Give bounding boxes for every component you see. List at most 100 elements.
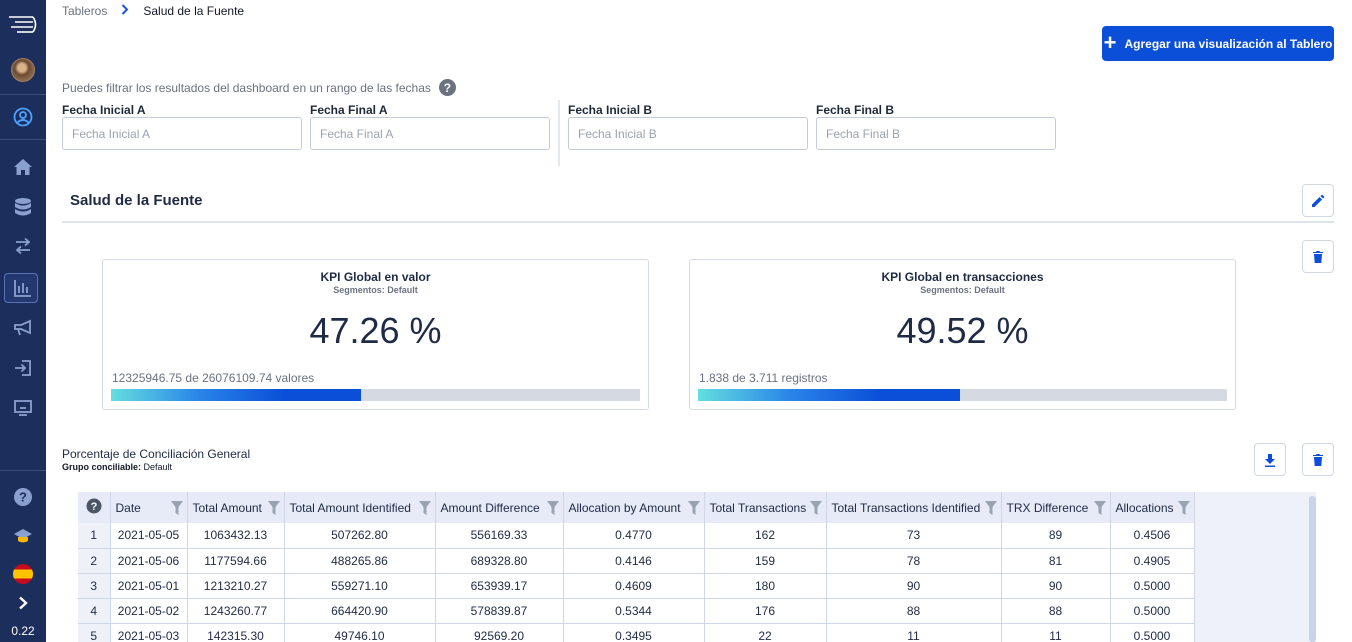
table-cell: 2021-05-02 bbox=[110, 598, 188, 624]
kpi-segment: Segmentos: Default bbox=[333, 285, 418, 295]
row-number-header: ? bbox=[78, 492, 111, 523]
table-row[interactable]: 2 2021-05-06 1177594.66 488265.86 689328.80 0… bbox=[78, 548, 1195, 574]
table-widget-subtitle: Grupo conciliable: Default bbox=[62, 462, 172, 472]
group-value: Default bbox=[143, 462, 173, 472]
column-header[interactable]: Amount Difference bbox=[435, 492, 564, 523]
table-row[interactable]: 5 2021-05-03 142315.30 49746.10 92569.20 0.34… bbox=[78, 623, 1195, 642]
kpi-progress-fill bbox=[111, 389, 361, 401]
column-header[interactable]: Total Transactions Identified bbox=[826, 492, 1002, 523]
logo-icon[interactable] bbox=[0, 8, 46, 42]
filter-icon[interactable] bbox=[809, 501, 822, 515]
kpi-value: 49.52 % bbox=[896, 310, 1029, 351]
end-date-a-label: Fecha Final A bbox=[310, 103, 388, 117]
table-cell: 88 bbox=[826, 598, 1002, 624]
transfer-arrows-icon[interactable] bbox=[0, 229, 46, 263]
filter-hint: Puedes filtrar los resultados del dashbo… bbox=[62, 79, 456, 96]
table-cell: 0.5000 bbox=[1110, 573, 1195, 599]
table-cell: 2021-05-03 bbox=[110, 623, 188, 642]
breadcrumb-current: Salud de la Fuente bbox=[143, 3, 245, 18]
megaphone-icon[interactable] bbox=[0, 311, 46, 345]
table-cell: 689328.80 bbox=[435, 548, 564, 574]
start-date-a-input[interactable] bbox=[62, 117, 302, 150]
column-header[interactable]: TRX Difference bbox=[1001, 492, 1111, 523]
kpi-card-transactions: KPI Global en transacciones Segmentos: D… bbox=[689, 259, 1236, 410]
page-title: Salud de la Fuente bbox=[70, 192, 203, 209]
bar-chart-icon[interactable] bbox=[0, 271, 46, 305]
table-cell: 11 bbox=[1001, 623, 1111, 642]
data-table: ? Date Total Amount Total Amount Identifie… bbox=[78, 492, 1195, 642]
end-date-b-label: Fecha Final B bbox=[816, 103, 895, 117]
table-cell: 2021-05-05 bbox=[110, 523, 188, 549]
kpi-detail: 1.838 de 3.711 registros bbox=[699, 371, 828, 385]
table-cell: 507262.80 bbox=[284, 523, 436, 549]
table-cell: 1243260.77 bbox=[187, 598, 285, 624]
filter-icon[interactable] bbox=[1177, 501, 1190, 515]
database-icon[interactable] bbox=[0, 190, 46, 224]
version-label: 0.22 bbox=[11, 624, 35, 638]
row-number-cell: 5 bbox=[78, 623, 111, 642]
end-date-b-input[interactable] bbox=[816, 117, 1056, 150]
table-cell: 92569.20 bbox=[435, 623, 564, 642]
edit-button[interactable] bbox=[1302, 184, 1334, 217]
group-label: Grupo conciliable: bbox=[62, 462, 142, 472]
column-header-label: Total Amount Identified bbox=[289, 500, 411, 515]
column-header[interactable]: Total Amount bbox=[187, 492, 285, 523]
table-cell: 73 bbox=[826, 523, 1002, 549]
table-cell: 180 bbox=[704, 573, 827, 599]
table-row[interactable]: 1 2021-05-05 1063432.13 507262.80 556169.33 0… bbox=[78, 523, 1195, 549]
table-row[interactable]: 4 2021-05-02 1243260.77 664420.90 578839.87 0… bbox=[78, 598, 1195, 624]
chevron-right-icon[interactable] bbox=[0, 586, 46, 620]
delete-table-button[interactable] bbox=[1302, 443, 1334, 476]
breadcrumb-parent-link[interactable]: Tableros bbox=[62, 4, 107, 18]
row-number-cell: 2 bbox=[78, 548, 111, 574]
table-header-row: ? Date Total Amount Total Amount Identifie… bbox=[78, 492, 1195, 523]
monitor-icon[interactable] bbox=[0, 391, 46, 425]
table-cell: 78 bbox=[826, 548, 1002, 574]
kpi-segment: Segmentos: Default bbox=[920, 285, 1005, 295]
table-cell: 556169.33 bbox=[435, 523, 564, 549]
table-cell: 1063432.13 bbox=[187, 523, 285, 549]
help-icon[interactable]: ? bbox=[0, 480, 46, 514]
add-visualization-button[interactable]: + Agregar una visualización al Tablero bbox=[1102, 26, 1334, 61]
table-cell: 90 bbox=[826, 573, 1002, 599]
table-cell: 0.3495 bbox=[563, 623, 705, 642]
table-cell: 90 bbox=[1001, 573, 1111, 599]
pencil-icon bbox=[1312, 194, 1325, 207]
table-row[interactable]: 3 2021-05-01 1213210.27 559271.10 653939.17 0… bbox=[78, 573, 1195, 599]
table-cell: 0.4770 bbox=[563, 523, 705, 549]
table-cell: 0.4609 bbox=[563, 573, 705, 599]
download-button[interactable] bbox=[1254, 443, 1286, 476]
data-grid: ? Date Total Amount Total Amount Identifie… bbox=[78, 492, 1316, 642]
filter-icon[interactable] bbox=[267, 501, 280, 515]
home-icon[interactable] bbox=[0, 150, 46, 184]
start-date-b-input[interactable] bbox=[568, 117, 808, 150]
vertical-scrollbar[interactable] bbox=[1309, 496, 1316, 642]
table-cell: 0.4905 bbox=[1110, 548, 1195, 574]
login-icon[interactable] bbox=[0, 351, 46, 385]
avatar[interactable] bbox=[0, 53, 46, 87]
help-icon: ? bbox=[86, 498, 102, 514]
svg-text:?: ? bbox=[19, 490, 27, 505]
graduation-cap-icon[interactable] bbox=[0, 519, 46, 553]
filter-icon[interactable] bbox=[418, 501, 431, 515]
trash-icon bbox=[1313, 250, 1323, 263]
filter-icon[interactable] bbox=[1093, 501, 1106, 515]
delete-kpi-button[interactable] bbox=[1302, 240, 1334, 273]
end-date-a-input[interactable] bbox=[310, 117, 550, 150]
filter-icon[interactable] bbox=[984, 501, 997, 515]
column-header[interactable]: Total Amount Identified bbox=[284, 492, 436, 523]
table-cell: 0.5000 bbox=[1110, 598, 1195, 624]
column-header-label: Allocations bbox=[1115, 500, 1174, 515]
table-cell: 488265.86 bbox=[284, 548, 436, 574]
table-cell: 159 bbox=[704, 548, 827, 574]
column-header[interactable]: Date bbox=[110, 492, 188, 523]
filter-icon[interactable] bbox=[546, 501, 559, 515]
column-header[interactable]: Total Transactions bbox=[704, 492, 827, 523]
filter-icon[interactable] bbox=[687, 501, 700, 515]
column-header-label: TRX Difference bbox=[1006, 500, 1089, 515]
filter-icon[interactable] bbox=[170, 501, 183, 515]
column-header[interactable]: Allocations bbox=[1110, 492, 1195, 523]
user-circle-icon[interactable] bbox=[0, 100, 46, 134]
help-icon[interactable]: ? bbox=[438, 79, 456, 96]
column-header[interactable]: Allocation by Amount bbox=[563, 492, 705, 523]
